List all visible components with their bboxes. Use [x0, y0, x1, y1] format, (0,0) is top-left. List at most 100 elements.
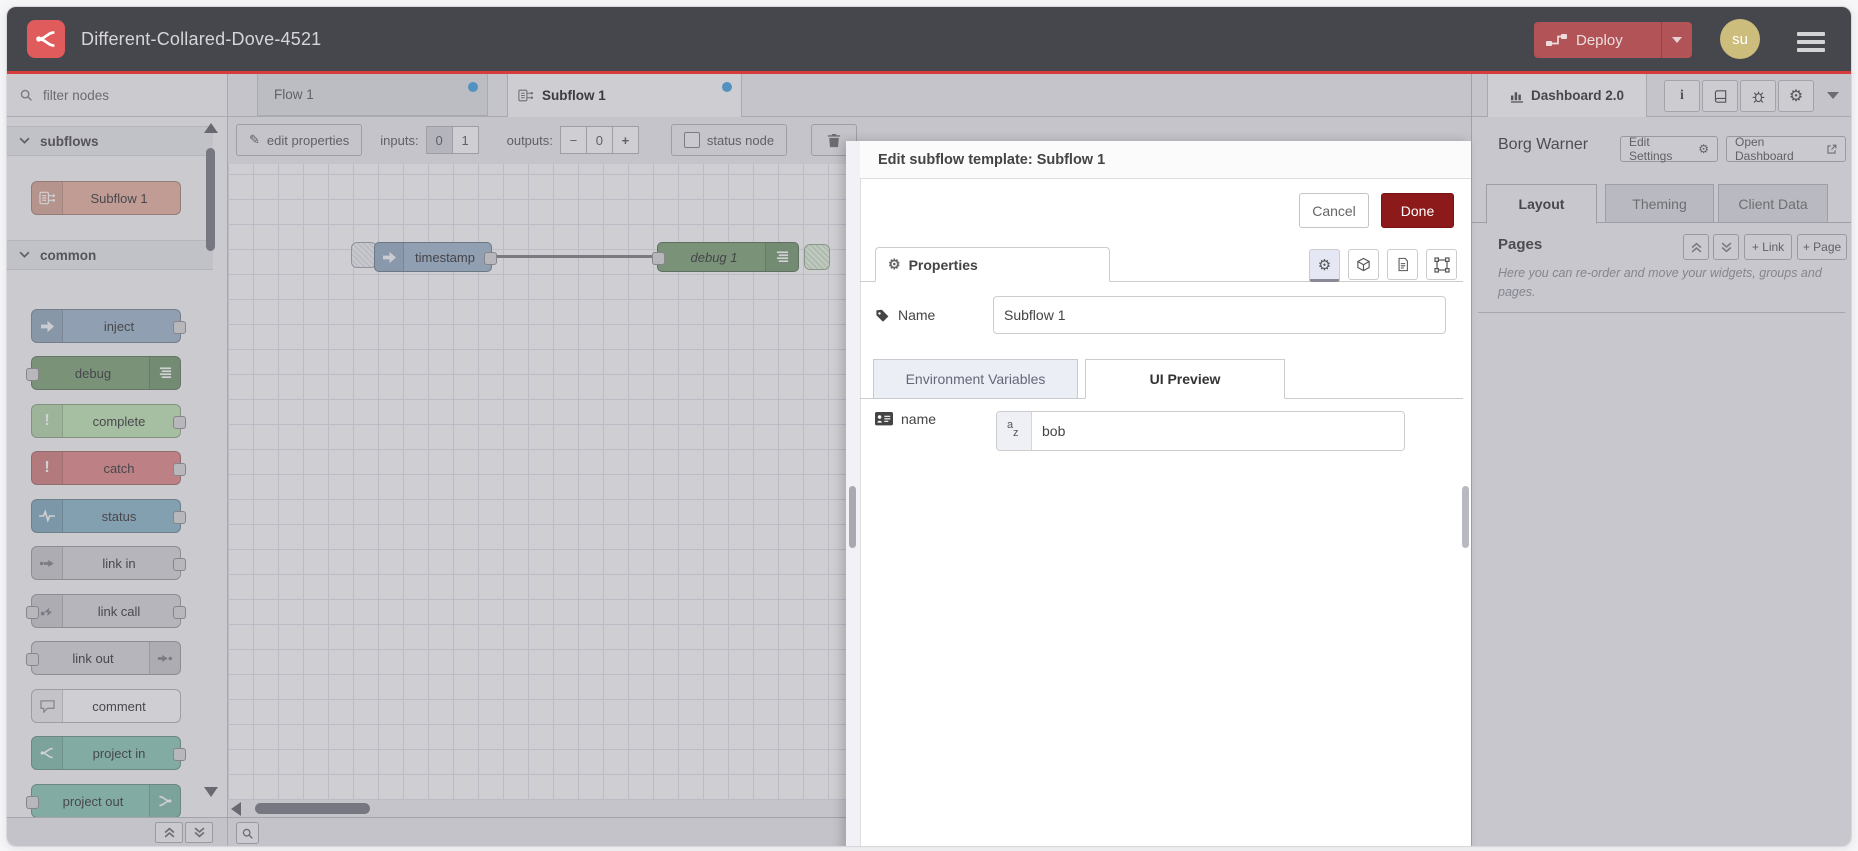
deploy-options-caret[interactable]	[1661, 22, 1692, 58]
flow-node-timestamp[interactable]: timestamp	[374, 242, 497, 272]
palette-category-subflows[interactable]: subflows	[7, 126, 213, 156]
palette-node-complete[interactable]: ! complete	[31, 404, 186, 438]
search-flows-button[interactable]	[236, 822, 259, 844]
project-logo-icon	[149, 785, 180, 817]
debug-list-icon	[765, 243, 798, 271]
wire	[492, 255, 658, 258]
tab-layout[interactable]: Layout	[1486, 184, 1597, 224]
done-button[interactable]: Done	[1381, 193, 1454, 228]
palette-node-comment[interactable]: comment	[31, 689, 181, 723]
palette-node-label: project in	[92, 745, 146, 761]
move-down-button[interactable]	[1713, 234, 1739, 260]
module-properties-icon-button[interactable]	[1348, 249, 1379, 280]
info-tab-button[interactable]: i	[1664, 80, 1700, 112]
add-link-label: + Link	[1751, 240, 1785, 254]
deploy-button[interactable]: Deploy	[1534, 22, 1692, 58]
deploy-label: Deploy	[1576, 31, 1623, 49]
add-page-label: + Page	[1802, 240, 1842, 254]
scroll-left-arrow[interactable]	[231, 802, 241, 816]
edit-properties-button[interactable]: ✎ edit properties	[236, 124, 363, 156]
subflow-name-input[interactable]	[993, 296, 1446, 334]
user-avatar[interactable]: su	[1720, 19, 1760, 59]
config-tab-button[interactable]: ⚙	[1778, 80, 1814, 112]
name-field-label: Name	[875, 307, 993, 323]
palette-search[interactable]	[7, 74, 227, 117]
add-page-button[interactable]: + Page	[1797, 234, 1847, 260]
book-icon	[1714, 89, 1727, 103]
cancel-button[interactable]: Cancel	[1299, 193, 1369, 228]
edit-settings-button[interactable]: Edit Settings ⚙	[1620, 135, 1718, 163]
palette-scrollbar[interactable]	[206, 148, 215, 251]
app-window: Different-Collared-Dove-4521 Deploy su f…	[6, 6, 1852, 847]
appearance-icon-button[interactable]	[1426, 249, 1457, 280]
flow-node-debug-1[interactable]: debug 1	[652, 242, 799, 272]
dashboard-sidebar-content: Borg Warner Edit Settings ⚙ Open Dashboa…	[1472, 116, 1851, 846]
tab-ui-preview[interactable]: UI Preview	[1085, 359, 1285, 399]
inputs-option-1[interactable]: 1	[451, 126, 479, 154]
debug-tab-button[interactable]	[1740, 80, 1776, 112]
help-tab-button[interactable]	[1702, 80, 1738, 112]
palette-node-link-out[interactable]: link out	[26, 641, 181, 675]
pages-help-text: Here you can re-order and move your widg…	[1498, 266, 1822, 299]
env-field-value-input[interactable]	[1032, 412, 1404, 450]
palette-node-link-call[interactable]: link call	[26, 594, 186, 628]
gear-icon: ⚙	[888, 256, 901, 272]
subflow-output-stub[interactable]	[804, 244, 830, 270]
outputs-count[interactable]: 0	[585, 126, 613, 154]
done-label: Done	[1400, 202, 1435, 219]
palette-node-debug[interactable]: debug	[26, 356, 181, 390]
minus-icon: −	[569, 132, 578, 148]
string-type-icon[interactable]: az	[997, 412, 1032, 450]
add-link-button[interactable]: + Link	[1744, 234, 1792, 260]
comment-bubble-icon	[32, 690, 63, 722]
outputs-stepper: − 0 +	[559, 126, 639, 154]
tray-resize-handle[interactable]	[846, 141, 861, 846]
palette-category-common[interactable]: common	[7, 240, 213, 270]
output-port[interactable]	[484, 252, 497, 265]
expand-all-button[interactable]	[185, 822, 213, 843]
caret-down-icon	[1672, 37, 1682, 43]
description-icon-button[interactable]	[1387, 249, 1418, 280]
sidebar-tabs-caret[interactable]	[1827, 92, 1839, 99]
name-row: Name	[875, 296, 1446, 334]
palette-node-catch[interactable]: ! catch	[31, 451, 186, 485]
palette-node-label: complete	[92, 413, 146, 429]
palette-node-subflow-1[interactable]: Subflow 1	[31, 181, 181, 215]
palette-node-project-in[interactable]: project in	[31, 736, 186, 770]
tab-client-data[interactable]: Client Data	[1718, 184, 1828, 223]
edit-properties-label: edit properties	[266, 132, 350, 148]
dialog-scrollbar-thumb[interactable]	[1462, 486, 1469, 548]
palette-scroll-down-arrow[interactable]	[204, 787, 218, 797]
palette-scroll-up-arrow[interactable]	[204, 123, 218, 133]
tab-subflow-1[interactable]: Subflow 1	[507, 74, 742, 117]
collapse-all-button[interactable]	[155, 822, 183, 843]
palette-search-input[interactable]	[41, 86, 205, 104]
outputs-increase-button[interactable]: +	[611, 126, 639, 154]
palette-node-link-in[interactable]: link in	[31, 546, 186, 580]
palette-node-inject[interactable]: inject	[31, 309, 186, 343]
palette-node-label: link out	[72, 650, 114, 666]
inputs-option-0[interactable]: 0	[425, 126, 453, 154]
palette-node-status[interactable]: status	[31, 499, 186, 533]
tab-flow-1[interactable]: Flow 1	[257, 74, 488, 116]
workspace-tab-bar: Flow 1 Subflow 1	[228, 74, 1471, 117]
inputs-label: inputs:	[380, 132, 419, 148]
hamburger-menu-icon[interactable]	[1797, 28, 1825, 56]
double-chevron-up-icon	[164, 827, 174, 838]
double-chevron-down-icon	[194, 827, 204, 838]
tab-properties[interactable]: ⚙ Properties	[875, 247, 1110, 282]
flow-node-label: debug 1	[690, 249, 738, 265]
properties-icon-button[interactable]: ⚙	[1309, 249, 1340, 282]
scrollbar-thumb[interactable]	[255, 803, 370, 814]
palette-node-project-out[interactable]: project out	[26, 784, 181, 818]
tab-theming[interactable]: Theming	[1605, 184, 1714, 223]
input-port[interactable]	[652, 252, 665, 265]
tab-dashboard-2[interactable]: Dashboard 2.0	[1487, 74, 1647, 117]
outputs-decrease-button[interactable]: −	[559, 126, 587, 154]
open-dashboard-button[interactable]: Open Dashboard	[1726, 135, 1846, 163]
double-chevron-up-icon	[1691, 242, 1701, 252]
tray-resize-grip[interactable]	[849, 486, 856, 548]
status-node-toggle[interactable]: status node	[670, 124, 788, 156]
move-up-button[interactable]	[1683, 234, 1709, 260]
tab-environment-variables[interactable]: Environment Variables	[873, 359, 1078, 399]
